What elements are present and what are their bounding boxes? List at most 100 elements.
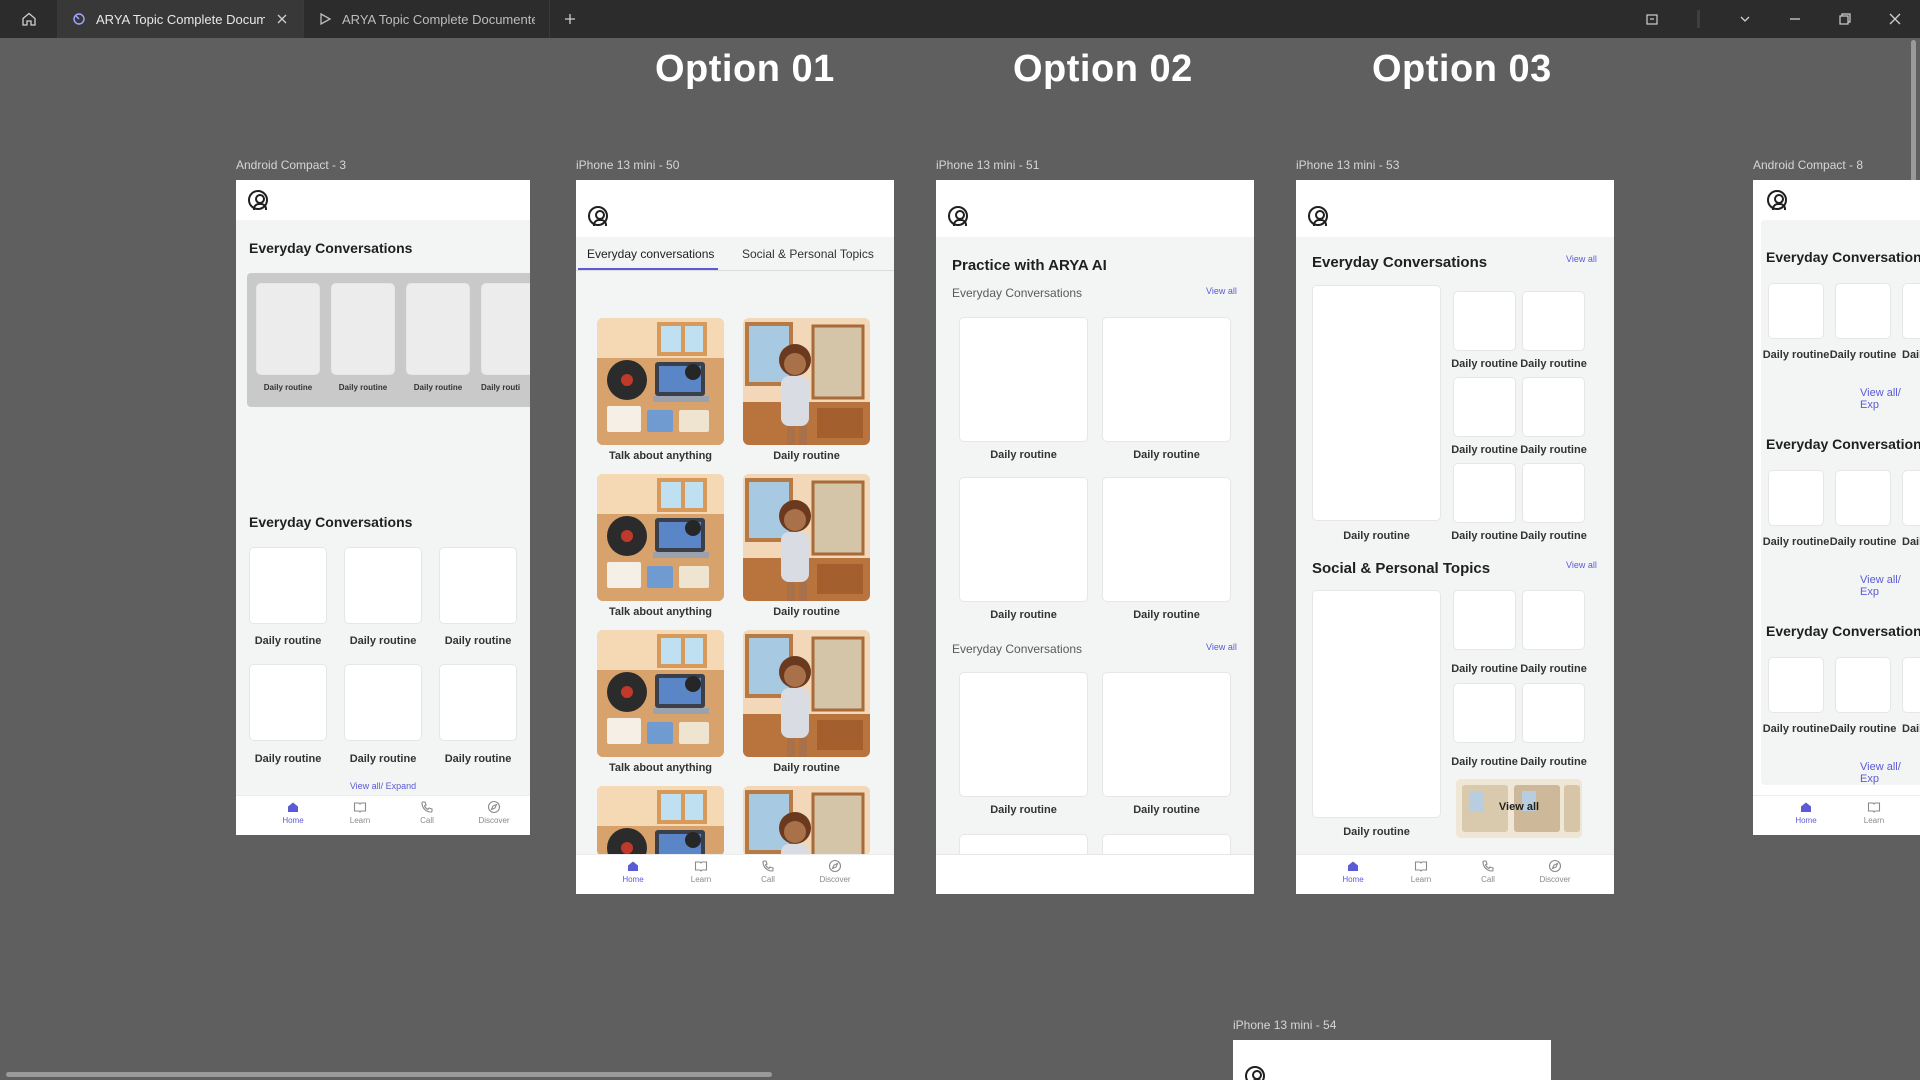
topic-card[interactable] — [1453, 590, 1516, 650]
nav-learn[interactable]: Learn — [1849, 800, 1899, 825]
home-button[interactable] — [0, 0, 58, 38]
save-version-button[interactable] — [1627, 0, 1677, 38]
topic-card[interactable] — [1902, 470, 1920, 526]
topic-card[interactable] — [1522, 590, 1585, 650]
desk-illustration-card[interactable] — [597, 630, 724, 757]
topic-card[interactable] — [1453, 291, 1516, 351]
nav-home[interactable]: Home — [1781, 800, 1831, 825]
tab-everyday-conversations[interactable]: Everyday conversations — [587, 247, 714, 261]
topic-card[interactable] — [959, 477, 1088, 602]
minimize-button[interactable] — [1770, 0, 1820, 38]
bathroom-illustration-card[interactable] — [743, 474, 870, 601]
topic-card[interactable] — [1835, 657, 1891, 713]
profile-icon[interactable] — [1245, 1066, 1265, 1080]
topic-card[interactable] — [249, 547, 327, 624]
nav-home[interactable]: Home — [608, 859, 658, 884]
topic-card[interactable] — [1835, 470, 1891, 526]
view-all-link[interactable]: View all — [1566, 560, 1597, 570]
topic-card[interactable] — [959, 317, 1088, 442]
topic-card[interactable] — [1902, 283, 1920, 339]
profile-icon[interactable] — [1308, 206, 1328, 226]
topic-card[interactable] — [406, 283, 470, 375]
bathroom-illustration-card[interactable] — [743, 318, 870, 445]
new-tab-button[interactable] — [550, 0, 590, 38]
nav-home[interactable]: Home — [268, 800, 318, 825]
view-all-tile[interactable]: View all — [1456, 779, 1582, 838]
frame-iphone-13-mini-51[interactable]: Practice with ARYA AI Everyday Conversat… — [936, 180, 1254, 894]
topic-card[interactable] — [1902, 657, 1920, 713]
topic-card[interactable] — [256, 283, 320, 375]
topic-card[interactable] — [959, 672, 1088, 797]
topic-card[interactable] — [1102, 477, 1231, 602]
topic-card[interactable] — [1453, 377, 1516, 437]
nav-call[interactable]: Call — [402, 800, 452, 825]
topic-card[interactable] — [249, 664, 327, 741]
frame-label[interactable]: iPhone 13 mini - 54 — [1233, 1018, 1336, 1032]
nav-discover[interactable]: Discover — [469, 800, 519, 825]
frame-iphone-13-mini-50[interactable]: Everyday conversations Social & Personal… — [576, 180, 894, 894]
nav-learn[interactable]: Learn — [335, 800, 385, 825]
tab-social-personal-topics[interactable]: Social & Personal Topics — [742, 247, 874, 261]
profile-icon[interactable] — [588, 206, 608, 226]
topic-card[interactable] — [1768, 470, 1824, 526]
topic-card[interactable] — [1453, 463, 1516, 523]
featured-topic-card[interactable] — [1312, 285, 1441, 521]
topic-card[interactable] — [344, 547, 422, 624]
topic-card[interactable] — [1522, 377, 1585, 437]
profile-icon[interactable] — [948, 206, 968, 226]
view-expand-link[interactable]: View all/ Exp — [1860, 387, 1920, 411]
topic-card[interactable] — [1835, 283, 1891, 339]
topic-card[interactable] — [1768, 283, 1824, 339]
topic-card[interactable] — [344, 664, 422, 741]
bathroom-illustration-card[interactable] — [743, 630, 870, 757]
topic-card[interactable] — [1102, 317, 1231, 442]
topic-card[interactable] — [439, 664, 517, 741]
topic-card[interactable] — [1102, 672, 1231, 797]
close-window-button[interactable] — [1870, 0, 1920, 38]
nav-learn[interactable]: Learn — [676, 859, 726, 884]
frame-iphone-13-mini-54[interactable] — [1233, 1040, 1551, 1080]
view-all-link[interactable]: View all — [1206, 286, 1237, 296]
nav-discover[interactable]: Discover — [810, 859, 860, 884]
topic-card[interactable] — [1522, 291, 1585, 351]
featured-topic-card[interactable] — [1312, 590, 1441, 818]
nav-call[interactable]: Call — [1463, 859, 1513, 884]
nav-call[interactable]: Call — [743, 859, 793, 884]
frame-label[interactable]: Android Compact - 8 — [1753, 158, 1863, 172]
frame-iphone-13-mini-53[interactable]: Everyday Conversations View all Daily ro… — [1296, 180, 1614, 894]
close-icon[interactable] — [275, 12, 289, 26]
frame-label[interactable]: iPhone 13 mini - 50 — [576, 158, 679, 172]
topic-card[interactable] — [331, 283, 395, 375]
restore-button[interactable] — [1820, 0, 1870, 38]
topic-card[interactable] — [439, 547, 517, 624]
desk-illustration-card[interactable] — [597, 318, 724, 445]
nav-learn[interactable]: Learn — [1396, 859, 1446, 884]
bathroom-illustration-card[interactable] — [743, 786, 870, 856]
profile-icon[interactable] — [1767, 190, 1787, 210]
frame-label[interactable]: iPhone 13 mini - 53 — [1296, 158, 1399, 172]
profile-icon[interactable] — [248, 190, 268, 210]
section-title: Everyday Conversations — [1312, 254, 1488, 271]
nav-discover[interactable]: Discover — [1530, 859, 1580, 884]
tab-document-2[interactable]: ARYA Topic Complete Documented Fi — [304, 0, 550, 38]
view-expand-link[interactable]: View all/ Exp — [1860, 574, 1920, 598]
topic-card[interactable] — [1453, 683, 1516, 743]
tab-document-1[interactable]: ARYA Topic Complete Document — [58, 0, 304, 38]
horizontal-scrollbar[interactable] — [6, 1072, 772, 1077]
nav-home[interactable]: Home — [1328, 859, 1378, 884]
topic-card[interactable] — [1522, 683, 1585, 743]
tabs-dropdown-button[interactable] — [1720, 0, 1770, 38]
view-all-link[interactable]: View all — [1566, 254, 1597, 264]
topic-card[interactable] — [1768, 657, 1824, 713]
topic-card[interactable] — [481, 283, 530, 375]
view-all-link[interactable]: View all — [1206, 642, 1237, 652]
frame-label[interactable]: iPhone 13 mini - 51 — [936, 158, 1039, 172]
desk-illustration-card[interactable] — [597, 786, 724, 856]
view-expand-link[interactable]: View all/ Expand — [236, 781, 530, 791]
frame-label[interactable]: Android Compact - 3 — [236, 158, 346, 172]
view-expand-link[interactable]: View all/ Exp — [1860, 761, 1920, 785]
frame-android-compact-3[interactable]: Everyday Conversations Daily routine Dai… — [236, 180, 530, 835]
topic-card[interactable] — [1522, 463, 1585, 523]
desk-illustration-card[interactable] — [597, 474, 724, 601]
frame-android-compact-8[interactable]: Everyday Conversations Daily routine Dai… — [1753, 180, 1920, 835]
